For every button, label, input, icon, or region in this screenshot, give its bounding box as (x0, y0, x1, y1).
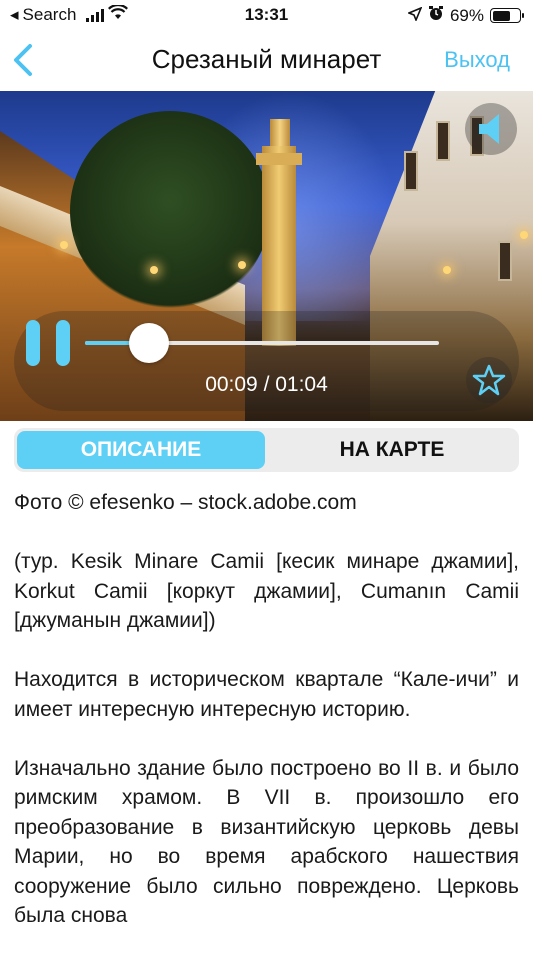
battery-icon (490, 8, 524, 23)
sound-icon (479, 114, 499, 144)
favorite-button[interactable] (466, 357, 512, 403)
pause-button[interactable] (26, 320, 74, 366)
location-icon (406, 6, 423, 26)
tab-map[interactable]: НА КАРТЕ (268, 431, 516, 469)
segment-tabs: ОПИСАНИЕ НА КАРТЕ (14, 428, 519, 472)
description-text: Фото © efesenko – stock.adobe.com (тур. … (14, 488, 519, 960)
star-icon (472, 364, 506, 396)
nav-bar: Срезаный минарет Выход (0, 30, 533, 90)
progress-knob[interactable] (128, 323, 169, 363)
alarm-icon (428, 5, 444, 26)
sound-button[interactable] (465, 103, 517, 155)
audio-player: 00:09 / 01:04 (0, 91, 533, 421)
tab-description[interactable]: ОПИСАНИЕ (17, 431, 265, 469)
description-paragraph: (тур. Kesik Minare Camii [кесик минаре д… (14, 550, 519, 632)
playback-time: 00:09 / 01:04 (205, 373, 328, 396)
pause-icon (26, 320, 40, 366)
status-bar: ◂ Search 13:31 69% (0, 0, 533, 30)
exit-button[interactable]: Выход (444, 47, 510, 73)
battery-percent: 69% (449, 5, 484, 25)
photo-credit: Фото © efesenko – stock.adobe.com (14, 491, 357, 514)
battery-level (492, 10, 511, 21)
description-paragraph: Изначально здание было построено во II в… (14, 756, 519, 928)
description-paragraph: Находится в историческом квартале “Кале-… (14, 668, 519, 721)
